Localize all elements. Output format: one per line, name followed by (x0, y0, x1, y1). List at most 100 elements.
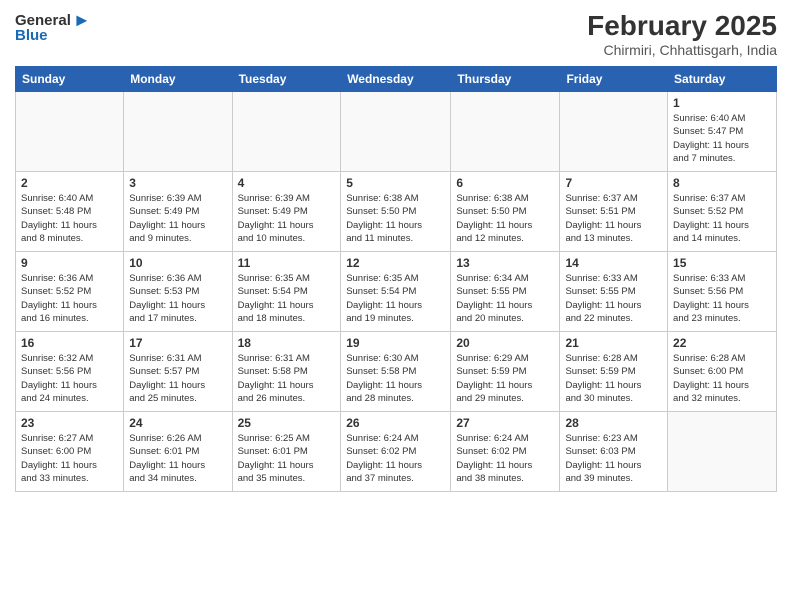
day-number: 16 (21, 336, 118, 350)
header-wednesday: Wednesday (341, 67, 451, 92)
calendar-cell: 2Sunrise: 6:40 AM Sunset: 5:48 PM Daylig… (16, 172, 124, 252)
page-container: General ► Blue February 2025 Chirmiri, C… (0, 0, 792, 502)
calendar-cell: 18 Sunrise: 6:31 AM Sunset: 5:58 PM Dayli… (232, 332, 341, 412)
calendar-cell: 16 Sunrise: 6:32 AM Sunset: 5:56 PM Dayli… (16, 332, 124, 412)
day-number: 28 (565, 416, 662, 430)
day-number: 18 (238, 336, 336, 350)
calendar-header-row: Sunday Monday Tuesday Wednesday Thursday… (16, 67, 777, 92)
calendar-week-3: 9Sunrise: 6:36 AM Sunset: 5:52 PM Daylig… (16, 252, 777, 332)
calendar-cell: 20 Sunrise: 6:29 AM Sunset: 5:59 PM Dayli… (451, 332, 560, 412)
header-saturday: Saturday (668, 67, 777, 92)
day-info: Sunrise: 6:30 AM Sunset: 5:58 PM Dayligh… (346, 352, 445, 405)
day-number: 23 (21, 416, 118, 430)
calendar-cell: 9Sunrise: 6:36 AM Sunset: 5:52 PM Daylig… (16, 252, 124, 332)
calendar-cell: 4Sunrise: 6:39 AM Sunset: 5:49 PM Daylig… (232, 172, 341, 252)
day-info: Sunrise: 6:27 AM Sunset: 6:00 PM Dayligh… (21, 432, 118, 485)
day-number: 24 (129, 416, 226, 430)
day-number: 7 (565, 176, 662, 190)
calendar-cell (451, 92, 560, 172)
calendar-cell (232, 92, 341, 172)
calendar-week-4: 16 Sunrise: 6:32 AM Sunset: 5:56 PM Dayli… (16, 332, 777, 412)
day-info: Sunrise: 6:31 AM Sunset: 5:58 PM Dayligh… (238, 352, 336, 405)
day-info: Sunrise: 6:24 AM Sunset: 6:02 PM Dayligh… (456, 432, 554, 485)
day-number: 9 (21, 256, 118, 270)
day-number: 15 (673, 256, 771, 270)
day-info: Sunrise: 6:29 AM Sunset: 5:59 PM Dayligh… (456, 352, 554, 405)
day-info: Sunrise: 6:36 AM Sunset: 5:53 PM Dayligh… (129, 272, 226, 325)
calendar-week-5: 23 Sunrise: 6:27 AM Sunset: 6:00 PM Dayli… (16, 412, 777, 492)
calendar-cell (560, 92, 668, 172)
calendar-cell (341, 92, 451, 172)
day-number: 4 (238, 176, 336, 190)
calendar-cell: 22 Sunrise: 6:28 AM Sunset: 6:00 PM Dayli… (668, 332, 777, 412)
day-number: 27 (456, 416, 554, 430)
day-number: 21 (565, 336, 662, 350)
calendar-cell: 25 Sunrise: 6:25 AM Sunset: 6:01 PM Dayli… (232, 412, 341, 492)
day-number: 8 (673, 176, 771, 190)
day-info: Sunrise: 6:37 AM Sunset: 5:52 PM Dayligh… (673, 192, 771, 245)
calendar-week-2: 2Sunrise: 6:40 AM Sunset: 5:48 PM Daylig… (16, 172, 777, 252)
header-tuesday: Tuesday (232, 67, 341, 92)
calendar-cell: 1Sunrise: 6:40 AM Sunset: 5:47 PM Daylig… (668, 92, 777, 172)
day-number: 17 (129, 336, 226, 350)
day-number: 10 (129, 256, 226, 270)
calendar-cell: 17 Sunrise: 6:31 AM Sunset: 5:57 PM Dayli… (124, 332, 232, 412)
day-info: Sunrise: 6:39 AM Sunset: 5:49 PM Dayligh… (129, 192, 226, 245)
calendar-cell: 8 Sunrise: 6:37 AM Sunset: 5:52 PM Daylig… (668, 172, 777, 252)
calendar-cell: 5 Sunrise: 6:38 AM Sunset: 5:50 PM Daylig… (341, 172, 451, 252)
day-info: Sunrise: 6:33 AM Sunset: 5:55 PM Dayligh… (565, 272, 662, 325)
day-number: 6 (456, 176, 554, 190)
day-number: 26 (346, 416, 445, 430)
day-info: Sunrise: 6:40 AM Sunset: 5:47 PM Dayligh… (673, 112, 771, 165)
day-number: 13 (456, 256, 554, 270)
header-sunday: Sunday (16, 67, 124, 92)
calendar-cell: 12 Sunrise: 6:35 AM Sunset: 5:54 PM Dayli… (341, 252, 451, 332)
day-info: Sunrise: 6:28 AM Sunset: 6:00 PM Dayligh… (673, 352, 771, 405)
day-info: Sunrise: 6:34 AM Sunset: 5:55 PM Dayligh… (456, 272, 554, 325)
day-number: 3 (129, 176, 226, 190)
day-number: 14 (565, 256, 662, 270)
subtitle: Chirmiri, Chhattisgarh, India (587, 42, 777, 58)
day-info: Sunrise: 6:38 AM Sunset: 5:50 PM Dayligh… (346, 192, 445, 245)
calendar-table: Sunday Monday Tuesday Wednesday Thursday… (15, 66, 777, 492)
calendar-cell: 13 Sunrise: 6:34 AM Sunset: 5:55 PM Dayli… (451, 252, 560, 332)
day-number: 11 (238, 256, 336, 270)
calendar-cell: 7 Sunrise: 6:37 AM Sunset: 5:51 PM Daylig… (560, 172, 668, 252)
calendar-cell: 27 Sunrise: 6:24 AM Sunset: 6:02 PM Dayli… (451, 412, 560, 492)
day-info: Sunrise: 6:25 AM Sunset: 6:01 PM Dayligh… (238, 432, 336, 485)
day-info: Sunrise: 6:31 AM Sunset: 5:57 PM Dayligh… (129, 352, 226, 405)
calendar-cell: 10 Sunrise: 6:36 AM Sunset: 5:53 PM Dayli… (124, 252, 232, 332)
calendar-week-1: 1Sunrise: 6:40 AM Sunset: 5:47 PM Daylig… (16, 92, 777, 172)
logo-blue: Blue (15, 27, 48, 44)
calendar-cell: 15 Sunrise: 6:33 AM Sunset: 5:56 PM Dayli… (668, 252, 777, 332)
day-info: Sunrise: 6:32 AM Sunset: 5:56 PM Dayligh… (21, 352, 118, 405)
main-title: February 2025 (587, 10, 777, 42)
day-number: 12 (346, 256, 445, 270)
calendar-cell: 23 Sunrise: 6:27 AM Sunset: 6:00 PM Dayli… (16, 412, 124, 492)
logo: General ► Blue (15, 10, 91, 44)
day-number: 20 (456, 336, 554, 350)
day-info: Sunrise: 6:35 AM Sunset: 5:54 PM Dayligh… (238, 272, 336, 325)
calendar-cell: 6 Sunrise: 6:38 AM Sunset: 5:50 PM Daylig… (451, 172, 560, 252)
day-info: Sunrise: 6:35 AM Sunset: 5:54 PM Dayligh… (346, 272, 445, 325)
day-info: Sunrise: 6:38 AM Sunset: 5:50 PM Dayligh… (456, 192, 554, 245)
calendar-cell: 21Sunrise: 6:28 AM Sunset: 5:59 PM Dayli… (560, 332, 668, 412)
header-friday: Friday (560, 67, 668, 92)
day-number: 5 (346, 176, 445, 190)
calendar-cell: 11 Sunrise: 6:35 AM Sunset: 5:54 PM Dayli… (232, 252, 341, 332)
day-info: Sunrise: 6:26 AM Sunset: 6:01 PM Dayligh… (129, 432, 226, 485)
day-info: Sunrise: 6:23 AM Sunset: 6:03 PM Dayligh… (565, 432, 662, 485)
day-info: Sunrise: 6:24 AM Sunset: 6:02 PM Dayligh… (346, 432, 445, 485)
calendar-cell (668, 412, 777, 492)
title-area: February 2025 Chirmiri, Chhattisgarh, In… (587, 10, 777, 58)
calendar-cell (124, 92, 232, 172)
calendar-cell: 28 Sunrise: 6:23 AM Sunset: 6:03 PM Dayli… (560, 412, 668, 492)
day-number: 19 (346, 336, 445, 350)
day-number: 22 (673, 336, 771, 350)
day-number: 25 (238, 416, 336, 430)
calendar-cell: 19 Sunrise: 6:30 AM Sunset: 5:58 PM Dayli… (341, 332, 451, 412)
logo-icon: ► (73, 10, 91, 31)
header: General ► Blue February 2025 Chirmiri, C… (15, 10, 777, 58)
day-info: Sunrise: 6:37 AM Sunset: 5:51 PM Dayligh… (565, 192, 662, 245)
day-info: Sunrise: 6:33 AM Sunset: 5:56 PM Dayligh… (673, 272, 771, 325)
